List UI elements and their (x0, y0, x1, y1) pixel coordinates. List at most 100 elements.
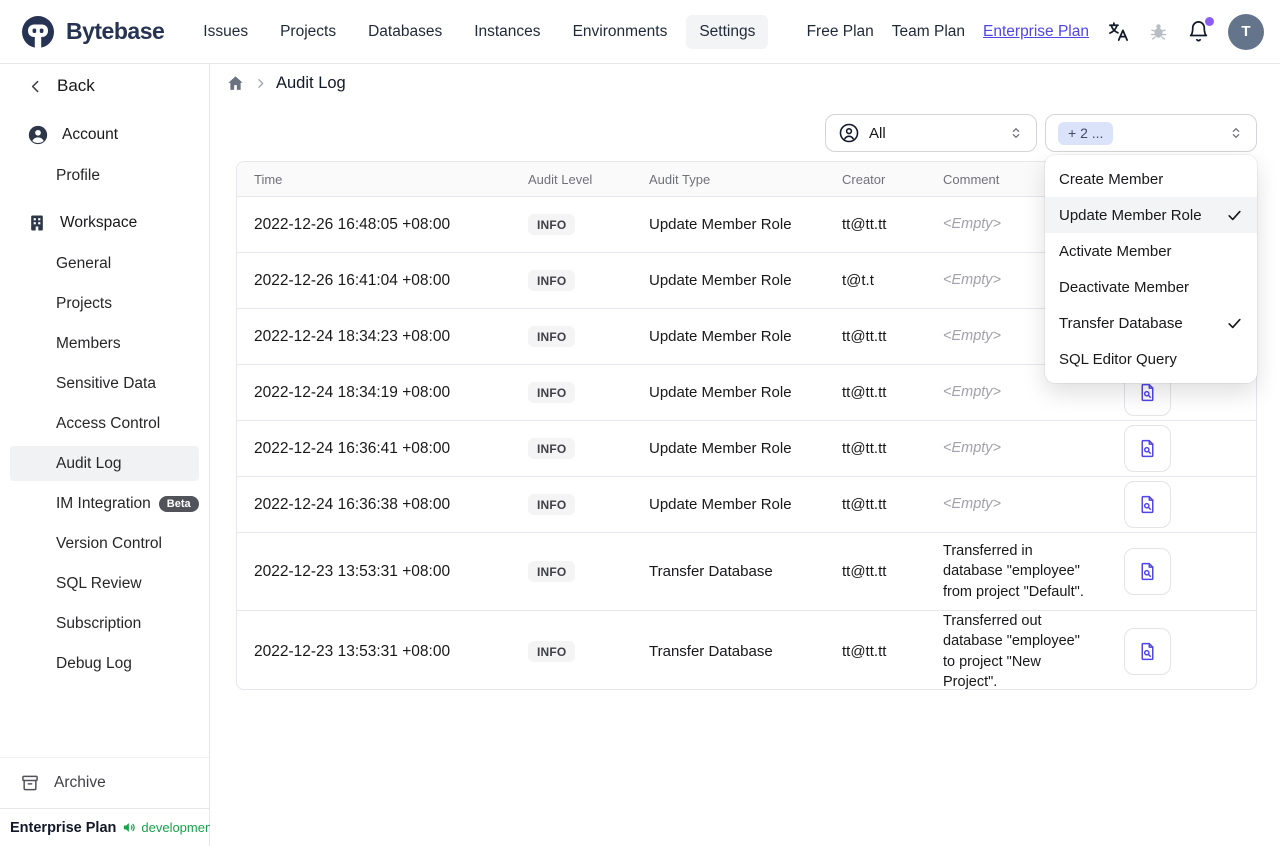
sidebar-item-profile[interactable]: Profile (0, 156, 209, 196)
sidebar-section-workspace[interactable]: Workspace (0, 202, 209, 244)
nav-instances[interactable]: Instances (461, 15, 553, 49)
sidebar-section-account[interactable]: Account (0, 114, 209, 156)
view-payload-button[interactable] (1124, 548, 1171, 595)
main-nav-links: Issues Projects Databases Instances Envi… (190, 14, 769, 49)
sidebar-item-access-control[interactable]: Access Control (0, 404, 209, 444)
sidebar-item-im-integration[interactable]: IM Integration Beta (0, 484, 209, 524)
environment-indicator[interactable]: development (122, 820, 216, 835)
chevron-updown-icon (1228, 125, 1244, 141)
sidebar-item-archive[interactable]: Archive (0, 757, 209, 808)
audit-type: Update Member Role (649, 440, 792, 457)
col-time: Time (254, 171, 283, 187)
settings-sidebar: Back Account Profile Workspace General P… (0, 64, 216, 846)
creator-filter-select[interactable]: All (825, 114, 1037, 152)
audit-time: 2022-12-24 18:34:23 +08:00 (254, 327, 451, 345)
table-row: 2022-12-24 16:36:41 +08:00 INFO Update M… (237, 421, 1256, 477)
audit-creator: tt@tt.tt (842, 440, 887, 457)
menu-item-label: Create Member (1059, 170, 1164, 188)
audit-type-selected-pill: + 2 ... (1058, 121, 1114, 145)
nav-databases[interactable]: Databases (355, 15, 455, 49)
translate-icon[interactable] (1107, 20, 1130, 43)
check-icon (1226, 315, 1243, 332)
audit-time: 2022-12-24 16:36:41 +08:00 (254, 439, 451, 457)
audit-level-badge: INFO (528, 382, 576, 403)
audit-type-filter-select[interactable]: + 2 ... (1045, 114, 1257, 152)
sidebar-item-debug-log[interactable]: Debug Log (0, 644, 209, 684)
sidebar-workspace-label: Workspace (60, 214, 138, 231)
view-payload-button[interactable] (1124, 628, 1171, 676)
speaker-icon (122, 820, 137, 835)
audit-creator: tt@tt.tt (842, 496, 887, 513)
nav-settings[interactable]: Settings (686, 14, 769, 49)
audit-comment: <Empty> (943, 496, 1002, 513)
menu-item-update-member-role[interactable]: Update Member Role (1045, 197, 1257, 233)
breadcrumb: Audit Log (226, 74, 346, 93)
audit-time: 2022-12-24 18:34:19 +08:00 (254, 383, 451, 401)
sidebar-item-projects[interactable]: Projects (0, 284, 209, 324)
sidebar-item-version-control[interactable]: Version Control (0, 524, 209, 564)
environment-name: development (141, 820, 216, 835)
audit-time: 2022-12-24 16:36:38 +08:00 (254, 495, 451, 513)
menu-item-label: Activate Member (1059, 242, 1172, 260)
archive-label: Archive (54, 774, 106, 791)
menu-item-activate-member[interactable]: Activate Member (1045, 233, 1257, 269)
payload-document-icon (1141, 642, 1154, 661)
menu-item-deactivate-member[interactable]: Deactivate Member (1045, 269, 1257, 305)
menu-item-create-member[interactable]: Create Member (1045, 161, 1257, 197)
menu-item-sql-editor-query[interactable]: SQL Editor Query (1045, 341, 1257, 377)
sidebar-footer: Enterprise Plan development (0, 808, 216, 846)
col-audit-level: Audit Level (528, 171, 593, 187)
nav-environments[interactable]: Environments (560, 15, 681, 49)
bell-icon[interactable] (1187, 17, 1214, 43)
audit-creator: tt@tt.tt (842, 643, 887, 661)
table-row: 2022-12-24 16:36:38 +08:00 INFO Update M… (237, 477, 1256, 533)
free-plan-link[interactable]: Free Plan (807, 23, 874, 41)
building-icon (27, 213, 47, 233)
avatar[interactable]: T (1228, 13, 1264, 50)
im-integration-label: IM Integration (56, 495, 151, 512)
audit-time: 2022-12-26 16:41:04 +08:00 (254, 271, 451, 289)
sidebar-item-audit-log[interactable]: Audit Log (10, 446, 199, 481)
sidebar-item-subscription[interactable]: Subscription (0, 604, 209, 644)
back-label: Back (57, 76, 95, 95)
team-plan-link[interactable]: Team Plan (892, 23, 965, 41)
bytebase-logo[interactable]: Bytebase (18, 12, 165, 52)
col-creator: Creator (842, 171, 886, 187)
audit-level-badge: INFO (528, 641, 576, 663)
sidebar-item-sensitive-data[interactable]: Sensitive Data (0, 364, 209, 404)
top-nav: Bytebase Issues Projects Databases Insta… (0, 0, 1280, 64)
menu-item-label: SQL Editor Query (1059, 350, 1177, 368)
nav-projects[interactable]: Projects (267, 15, 349, 49)
nav-issues[interactable]: Issues (190, 15, 261, 49)
sidebar-item-members[interactable]: Members (0, 324, 209, 364)
sidebar-item-general[interactable]: General (0, 244, 209, 284)
col-audit-type: Audit Type (649, 171, 711, 187)
sidebar-item-sql-review[interactable]: SQL Review (0, 564, 209, 604)
audit-level-badge: INFO (528, 438, 576, 459)
audit-comment: <Empty> (943, 384, 1002, 401)
audit-creator: tt@tt.tt (842, 328, 887, 345)
bug-icon[interactable] (1148, 21, 1169, 42)
home-icon[interactable] (226, 74, 245, 93)
audit-type: Update Member Role (649, 272, 792, 289)
audit-type: Transfer Database (649, 643, 773, 661)
topnav-right: Free Plan Team Plan Enterprise Plan T (807, 13, 1264, 50)
view-payload-button[interactable] (1124, 481, 1171, 528)
enterprise-plan-link[interactable]: Enterprise Plan (983, 23, 1089, 41)
menu-item-transfer-database[interactable]: Transfer Database (1045, 305, 1257, 341)
menu-item-label: Transfer Database (1059, 314, 1183, 332)
payload-document-icon (1141, 562, 1154, 581)
audit-log-page: Audit Log All + 2 ... Time Audit Level A… (210, 64, 1280, 846)
person-circle-icon (27, 124, 49, 146)
payload-document-icon (1141, 439, 1154, 458)
back-button[interactable]: Back (0, 64, 209, 108)
brand-name: Bytebase (66, 18, 165, 44)
view-payload-button[interactable] (1124, 425, 1171, 472)
chevron-right-icon (254, 77, 267, 90)
check-icon (1226, 207, 1243, 224)
menu-item-label: Deactivate Member (1059, 278, 1190, 296)
audit-creator: t@t.t (842, 272, 874, 289)
audit-comment: Transferred in database "employee" from … (943, 543, 1084, 600)
notification-dot (1205, 17, 1214, 26)
audit-level-badge: INFO (528, 494, 576, 515)
